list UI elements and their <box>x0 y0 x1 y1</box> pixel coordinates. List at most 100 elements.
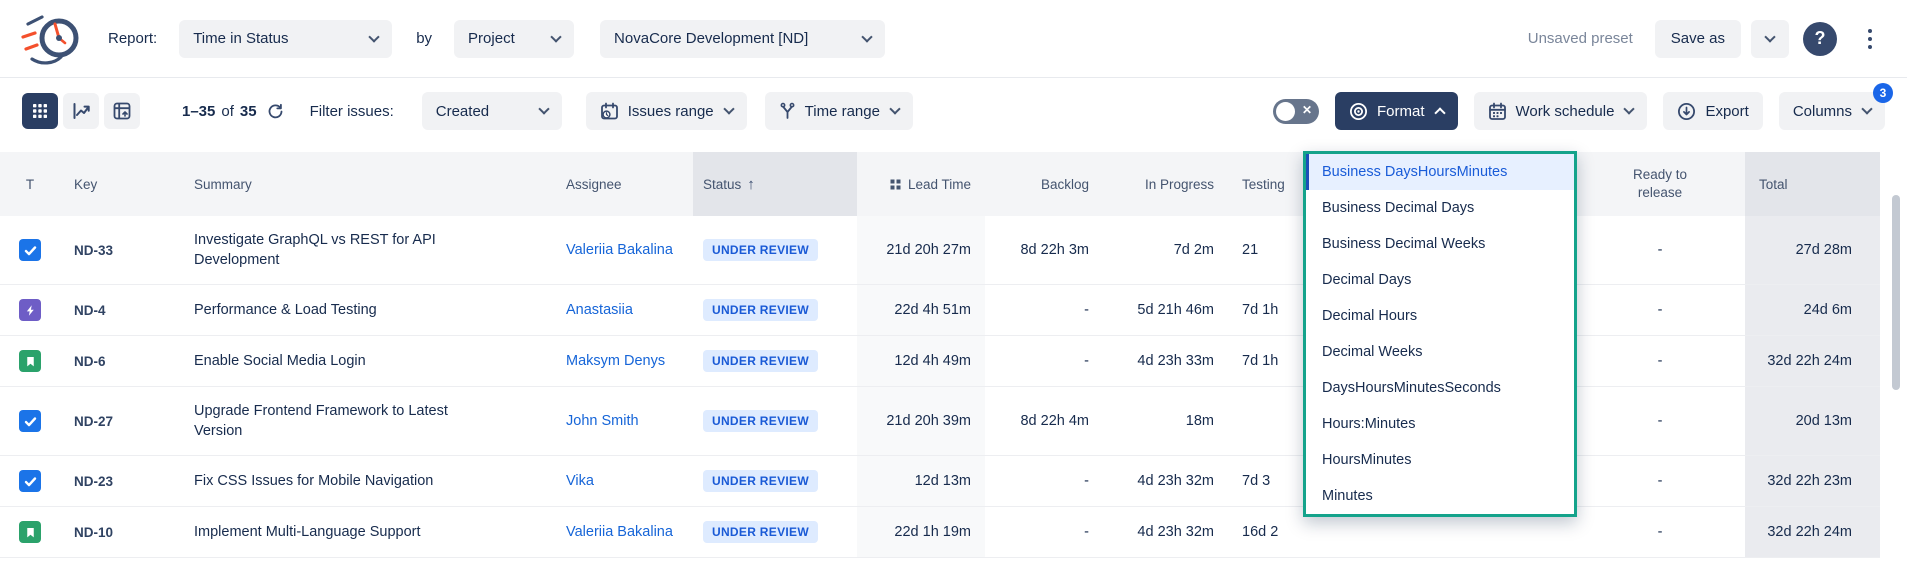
issue-summary[interactable]: Performance & Load Testing <box>194 300 377 320</box>
branch-icon <box>779 102 796 120</box>
issue-key[interactable]: ND-27 <box>74 414 113 429</box>
work-schedule-button[interactable]: Work schedule <box>1474 92 1648 130</box>
filter-field-value: Created <box>436 103 489 120</box>
issue-key[interactable]: ND-4 <box>74 303 106 318</box>
table-view-button[interactable] <box>22 93 58 129</box>
format-menu-item[interactable]: Decimal Days <box>1306 262 1574 298</box>
scrollbar-thumb[interactable] <box>1892 195 1900 390</box>
col-header-key[interactable]: Key <box>60 152 180 216</box>
issue-key[interactable]: ND-10 <box>74 525 113 540</box>
col-header-in-progress[interactable]: In Progress <box>1103 152 1228 216</box>
col-header-ready-to-release[interactable]: Ready to release <box>1575 152 1745 216</box>
assignee-link[interactable]: Anastasiia <box>566 302 633 318</box>
format-menu-item[interactable]: Minutes <box>1306 478 1574 514</box>
chevron-down-icon <box>889 103 900 114</box>
format-menu-item[interactable]: Decimal Weeks <box>1306 334 1574 370</box>
total-cell: 32d 22h 24m <box>1745 507 1880 557</box>
lead-time-cell: 21d 20h 39m <box>857 387 985 455</box>
col-header-summary[interactable]: Summary <box>180 152 552 216</box>
report-type-select[interactable]: Time in Status <box>179 20 392 58</box>
drag-dots-icon <box>890 179 901 190</box>
status-badge: UNDER REVIEW <box>703 350 818 372</box>
table-row: ND-10 Implement Multi-Language Support V… <box>0 507 1880 558</box>
table-row: ND-33 Investigate GraphQL vs REST for AP… <box>0 216 1880 285</box>
issue-type-icon <box>19 299 41 321</box>
backlog-cell: 8d 22h 3m <box>985 216 1103 284</box>
assignee-link[interactable]: Maksym Denys <box>566 353 665 369</box>
export-button[interactable]: Export <box>1663 92 1762 130</box>
line-chart-icon <box>72 103 90 119</box>
report-type-value: Time in Status <box>193 30 288 47</box>
issue-summary[interactable]: Upgrade Frontend Framework to Latest Ver… <box>194 401 492 442</box>
assignee-link[interactable]: Valeriia Bakalina <box>566 524 673 540</box>
issue-type-icon <box>19 470 41 492</box>
time-range-button[interactable]: Time range <box>765 92 913 130</box>
format-button[interactable]: Format <box>1335 92 1458 130</box>
assignee-link[interactable]: Vika <box>566 473 594 489</box>
status-badge: UNDER REVIEW <box>703 521 818 543</box>
project-select[interactable]: NovaCore Development [ND] <box>600 20 885 58</box>
save-as-button[interactable]: Save as <box>1655 20 1741 58</box>
format-menu: Business DaysHoursMinutes Business Decim… <box>1303 151 1577 517</box>
issue-summary[interactable]: Implement Multi-Language Support <box>194 522 421 542</box>
chart-view-button[interactable] <box>63 93 99 129</box>
display-toggle[interactable]: ✕ <box>1273 99 1319 124</box>
format-menu-item[interactable]: Hours:Minutes <box>1306 406 1574 442</box>
group-by-value: Project <box>468 30 515 47</box>
project-value: NovaCore Development [ND] <box>614 30 808 47</box>
chevron-down-icon <box>861 31 872 42</box>
table-row: ND-4 Performance & Load Testing Anastasi… <box>0 285 1880 336</box>
backlog-cell: - <box>985 336 1103 386</box>
issue-key[interactable]: ND-6 <box>74 354 106 369</box>
issue-type-icon <box>19 350 41 372</box>
table-row: ND-27 Upgrade Frontend Framework to Late… <box>0 387 1880 456</box>
issues-table: T Key Summary Assignee Status ↑ Lead Tim… <box>0 152 1880 558</box>
more-menu-button[interactable] <box>1853 20 1887 58</box>
status-badge: UNDER REVIEW <box>703 410 818 432</box>
lead-time-cell: 22d 1h 19m <box>857 507 985 557</box>
format-menu-item[interactable]: Business DaysHoursMinutes <box>1306 154 1574 190</box>
format-menu-item[interactable]: HoursMinutes <box>1306 442 1574 478</box>
report-label: Report: <box>108 30 157 47</box>
format-menu-item[interactable]: Business Decimal Days <box>1306 190 1574 226</box>
ready-to-release-cell: - <box>1575 456 1745 506</box>
col-header-lead-time[interactable]: Lead Time <box>857 152 985 216</box>
pivot-view-button[interactable] <box>104 93 140 129</box>
issue-key[interactable]: ND-23 <box>74 474 113 489</box>
filter-field-select[interactable]: Created <box>422 92 562 130</box>
eye-icon <box>1349 102 1368 121</box>
assignee-link[interactable]: Valeriia Bakalina <box>566 242 673 258</box>
vertical-scrollbar[interactable] <box>1890 150 1902 571</box>
format-menu-item[interactable]: DaysHoursMinutesSeconds <box>1306 370 1574 406</box>
columns-count-badge: 3 <box>1873 83 1893 103</box>
issue-summary[interactable]: Enable Social Media Login <box>194 351 366 371</box>
backlog-cell: - <box>985 456 1103 506</box>
issue-summary[interactable]: Investigate GraphQL vs REST for API Deve… <box>194 230 492 271</box>
group-by-select[interactable]: Project <box>454 20 574 58</box>
col-header-assignee[interactable]: Assignee <box>552 152 693 216</box>
format-menu-item[interactable]: Business Decimal Weeks <box>1306 226 1574 262</box>
in-progress-cell: 18m <box>1103 387 1228 455</box>
issue-key[interactable]: ND-33 <box>74 243 113 258</box>
issue-type-icon <box>19 239 41 261</box>
issue-summary[interactable]: Fix CSS Issues for Mobile Navigation <box>194 471 433 491</box>
col-header-backlog[interactable]: Backlog <box>985 152 1103 216</box>
grid-icon <box>32 103 48 119</box>
ready-to-release-cell: - <box>1575 336 1745 386</box>
ready-to-release-cell: - <box>1575 507 1745 557</box>
columns-button[interactable]: Columns 3 <box>1779 92 1885 130</box>
format-menu-item[interactable]: Decimal Hours <box>1306 298 1574 334</box>
help-button[interactable]: ? <box>1803 22 1837 56</box>
view-switcher <box>22 93 140 129</box>
issues-range-button[interactable]: Issues range <box>586 92 747 130</box>
app-logo-icon <box>20 11 84 67</box>
refresh-button[interactable] <box>267 103 284 120</box>
issues-count-total: 35 <box>240 103 257 120</box>
col-header-type[interactable]: T <box>0 152 60 216</box>
col-header-total[interactable]: Total <box>1745 152 1880 216</box>
sort-ascending-icon: ↑ <box>747 176 755 193</box>
total-cell: 20d 13m <box>1745 387 1880 455</box>
assignee-link[interactable]: John Smith <box>566 413 639 429</box>
save-as-dropdown-button[interactable] <box>1751 20 1789 58</box>
col-header-status[interactable]: Status ↑ <box>693 152 857 216</box>
